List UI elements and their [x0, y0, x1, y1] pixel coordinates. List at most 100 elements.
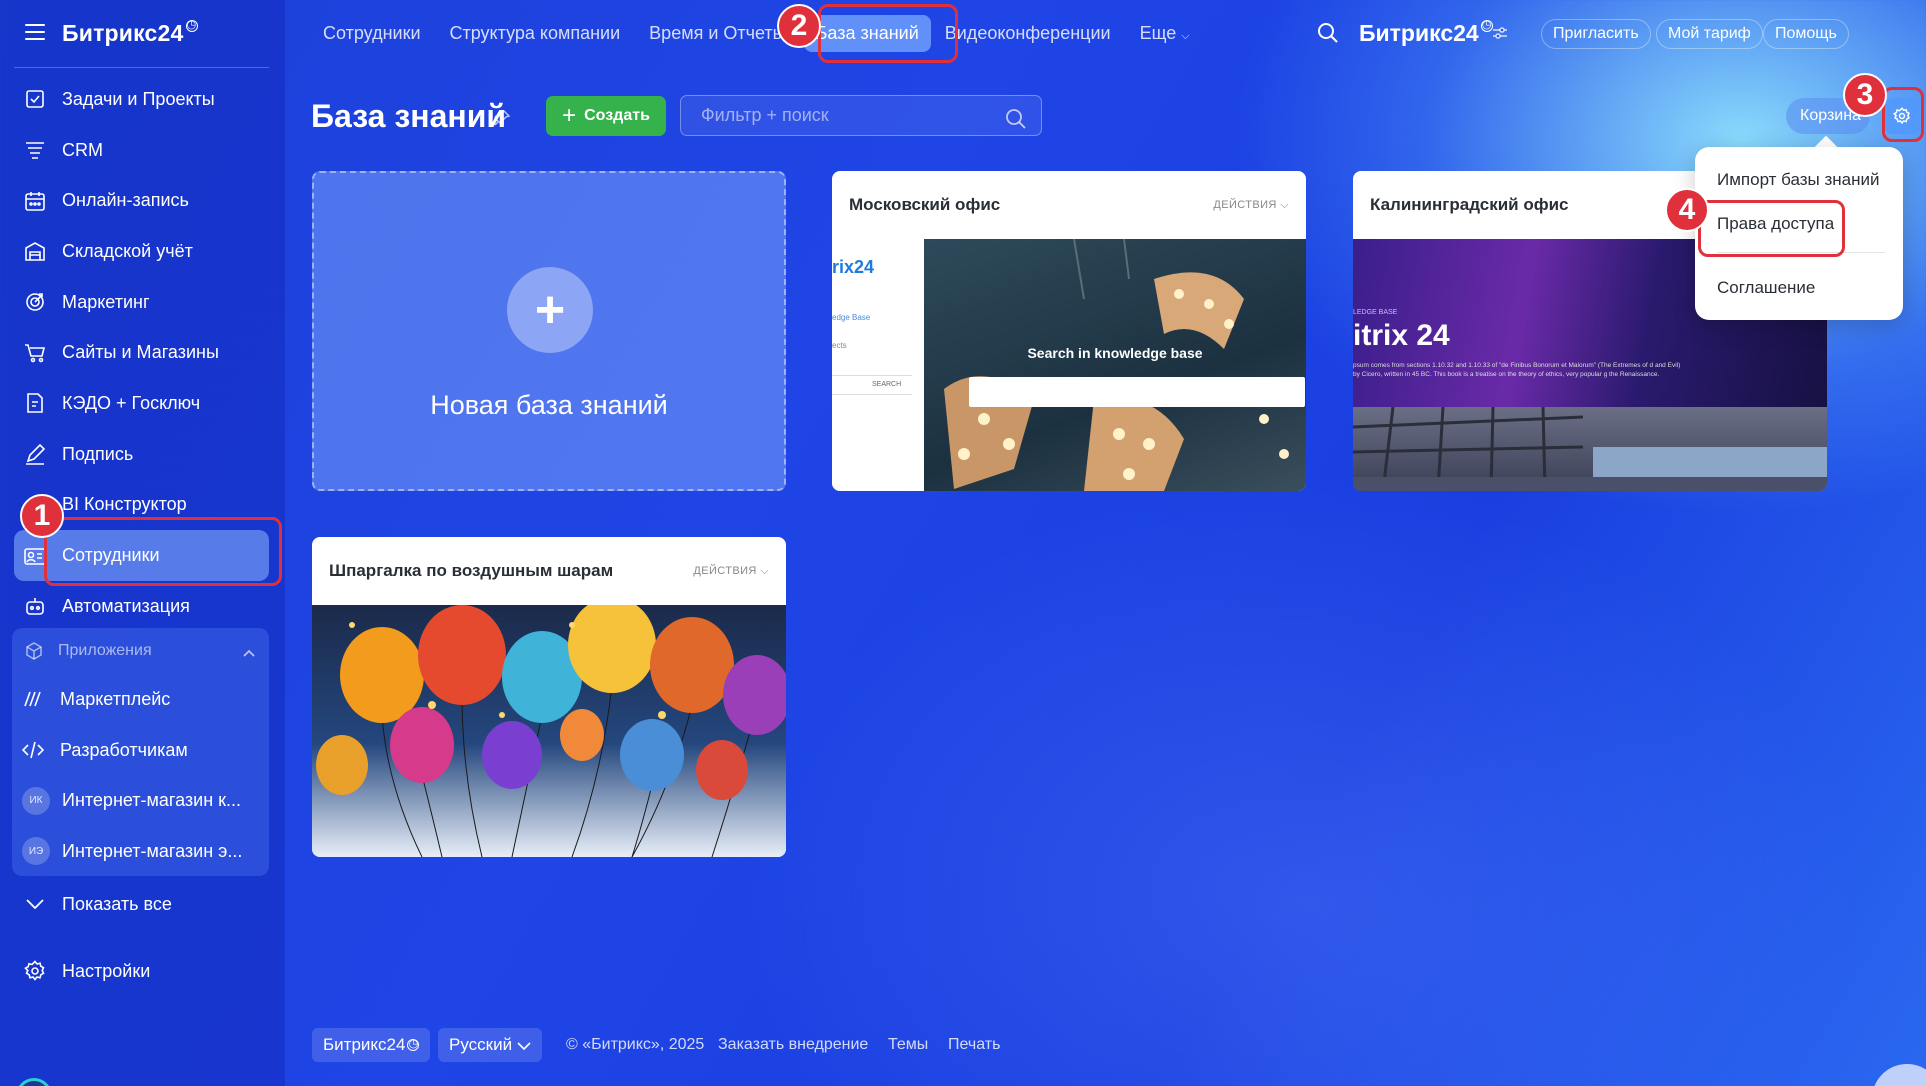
- sliders-icon[interactable]: [1492, 26, 1508, 45]
- sidebar-item-developers[interactable]: Разработчикам: [12, 725, 269, 776]
- callout-number: 3: [1843, 73, 1887, 117]
- new-knowledge-base-label: Новая база знаний: [430, 390, 668, 420]
- search-input[interactable]: Фильтр + поиск: [680, 95, 1042, 136]
- calendar-icon: [24, 190, 46, 212]
- menu-item-import[interactable]: Импорт базы знаний: [1717, 170, 1880, 190]
- pin-icon[interactable]: [493, 109, 511, 132]
- create-label: Создать: [584, 107, 650, 124]
- sidebar-item-marketing[interactable]: Маркетинг: [14, 277, 269, 328]
- tariff-button[interactable]: Мой тариф: [1656, 19, 1763, 49]
- create-button[interactable]: + Создать: [546, 96, 666, 136]
- warehouse-icon: [24, 240, 46, 262]
- sidebar-item-marketplace[interactable]: Маркетплейс: [12, 674, 269, 725]
- footer-link-themes[interactable]: Темы: [888, 1028, 928, 1062]
- callout-highlight-knowledge-base: [818, 4, 958, 63]
- search-placeholder: Фильтр + поиск: [701, 105, 829, 125]
- callout-highlight-access-rights: [1698, 200, 1845, 257]
- apps-group: Приложения Маркетплейс Разработчикам ИК …: [12, 628, 269, 876]
- show-all-button[interactable]: Показать все: [14, 879, 269, 930]
- sidebar-item-tasks[interactable]: Задачи и Проекты: [14, 74, 269, 125]
- brand-logo[interactable]: Битрикс24 ◷: [1359, 20, 1493, 47]
- footer-copyright: © «Битрикс», 2025: [566, 1036, 705, 1053]
- card-actions[interactable]: ДЕЙСТВИЯ ⌵: [1213, 199, 1289, 212]
- tab-employees[interactable]: Сотрудники: [323, 23, 421, 44]
- thumb-photo: Search in knowledge base: [924, 239, 1306, 491]
- footer-link-print[interactable]: Печать: [948, 1028, 1000, 1062]
- sidebar-item-settings[interactable]: Настройки: [14, 946, 269, 997]
- employees-icon: [24, 545, 46, 567]
- sidebar-item-sites[interactable]: Сайты и Магазины: [14, 327, 269, 378]
- top-bar: Сотрудники Структура компании Время и От…: [285, 0, 1926, 67]
- menu-item-agreement[interactable]: Соглашение: [1717, 278, 1815, 298]
- sidebar-item-label: Онлайн-запись: [62, 190, 189, 211]
- sidebar-item-signature[interactable]: Подпись: [14, 429, 269, 480]
- language-select[interactable]: Русский: [438, 1028, 542, 1062]
- chevron-down-icon: [517, 1035, 531, 1055]
- sidebar-item-shop-k[interactable]: ИК Интернет-магазин к...: [12, 775, 269, 826]
- gear-icon: [24, 960, 46, 982]
- sidebar-item-label: Разработчикам: [60, 739, 188, 760]
- sidebar-item-booking[interactable]: Онлайн-запись: [14, 175, 269, 226]
- avatar: ИЭ: [22, 837, 50, 866]
- callout-number: 4: [1665, 188, 1709, 232]
- marketplace-icon: [22, 688, 44, 710]
- language-label: Русский: [449, 1035, 513, 1054]
- plus-icon: +: [562, 102, 577, 129]
- sidebar-item-label: BI Конструктор: [62, 494, 187, 515]
- thumb-logo: rix24: [832, 257, 875, 277]
- thumb-heading: itrix 24: [1353, 319, 1450, 352]
- chevron-down-icon: ⌵: [760, 564, 769, 577]
- tab-time-reports[interactable]: Время и Отчеты: [649, 23, 785, 44]
- card-actions-label: ДЕЙСТВИЯ: [693, 564, 757, 577]
- tab-video-conferences[interactable]: Видеоконференции: [945, 23, 1111, 44]
- logo-text: Битрикс24: [62, 20, 184, 46]
- help-button[interactable]: Помощь: [1763, 19, 1849, 49]
- sidebar-item-automation[interactable]: Автоматизация: [14, 581, 269, 632]
- invite-button[interactable]: Пригласить: [1541, 19, 1651, 49]
- robot-icon: [24, 595, 46, 617]
- callout-highlight-settings: [1882, 87, 1924, 142]
- thumb-search-field: [969, 377, 1305, 407]
- tab-more[interactable]: Еще ⌵: [1140, 23, 1190, 44]
- divider: [14, 67, 269, 68]
- thumb-label: LEDGE BASE: [1353, 309, 1398, 316]
- card-thumbnail: [312, 605, 786, 857]
- callout-highlight-employees: [44, 517, 282, 586]
- sidebar-item-label: Складской учёт: [62, 240, 193, 261]
- footer-brand-text: Битрикс24: [323, 1035, 406, 1054]
- sidebar-item-label: Маркетинг: [62, 291, 150, 312]
- search-icon[interactable]: [1317, 22, 1339, 49]
- thumb-search-heading: Search in knowledge base: [1027, 345, 1203, 361]
- card-thumbnail: rix24 edge Base ects SEARCH Search in kn…: [832, 239, 1306, 491]
- chat-bubble[interactable]: [1872, 1064, 1926, 1086]
- logo[interactable]: Битрикс24 ◷: [62, 20, 198, 47]
- search-icon[interactable]: [1005, 105, 1027, 143]
- card-actions[interactable]: ДЕЙСТВИЯ ⌵: [693, 565, 769, 578]
- footer-link-order[interactable]: Заказать внедрение: [718, 1028, 868, 1062]
- sidebar-item-crm[interactable]: CRM: [14, 125, 269, 176]
- cube-icon: [24, 641, 44, 661]
- new-knowledge-base-card[interactable]: + Новая база знаний: [312, 171, 786, 491]
- tab-structure[interactable]: Структура компании: [450, 23, 621, 44]
- footer-brand[interactable]: Битрикс24 ◷: [312, 1028, 431, 1062]
- knowledge-base-card-balloons[interactable]: Шпаргалка по воздушным шарам ДЕЙСТВИЯ ⌵: [312, 537, 786, 857]
- callout-number: 2: [777, 4, 821, 48]
- card-title: Московский офис: [849, 195, 1001, 214]
- chevron-down-icon: ⌵: [1280, 198, 1289, 211]
- apps-group-header[interactable]: Приложения: [12, 628, 269, 674]
- sidebar-item-kedo[interactable]: КЭДО + Госключ: [14, 378, 269, 429]
- sidebar-item-warehouse[interactable]: Складской учёт: [14, 226, 269, 277]
- sidebar-item-label: CRM: [62, 139, 103, 160]
- page-title: База знаний: [311, 98, 507, 134]
- sidebar-item-label: Автоматизация: [62, 595, 190, 616]
- balloons-image: [316, 605, 786, 857]
- sidebar-item-label: Настройки: [62, 960, 151, 981]
- sidebar-item-shop-e[interactable]: ИЭ Интернет-магазин э...: [12, 826, 269, 877]
- crm-filter-icon: [24, 139, 46, 161]
- chevron-down-icon: ⌵: [1181, 30, 1190, 42]
- tab-more-label: Еще: [1139, 23, 1177, 43]
- knowledge-base-card-moscow[interactable]: Московский офис ДЕЙСТВИЯ ⌵ rix24 edge Ba…: [832, 171, 1306, 491]
- sidebar-item-label: Сайты и Магазины: [62, 342, 219, 363]
- chevron-up-icon[interactable]: [243, 644, 255, 662]
- menu-icon[interactable]: [25, 24, 45, 40]
